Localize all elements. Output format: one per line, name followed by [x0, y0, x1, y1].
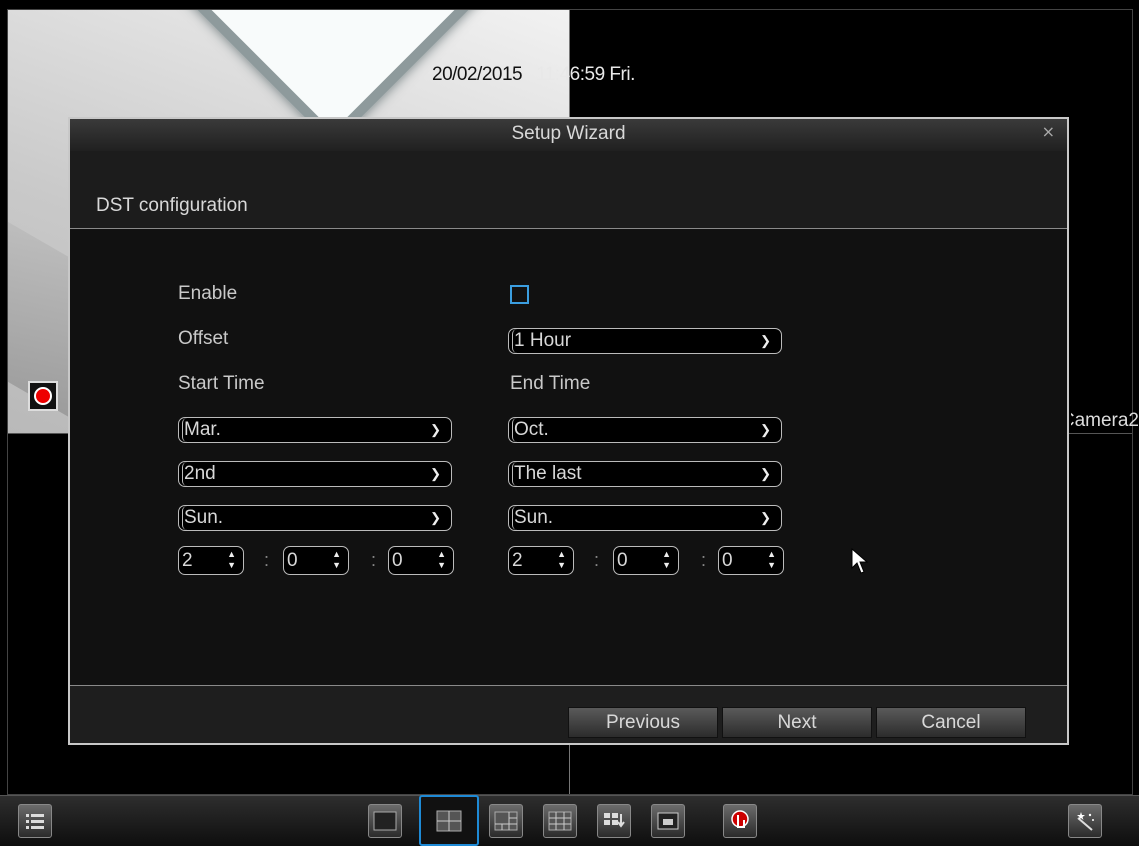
- time-separator: :: [264, 550, 270, 570]
- chevron-down-icon: ❯: [760, 422, 771, 437]
- section-title: DST configuration: [96, 195, 248, 216]
- end-hour-value: 2: [512, 550, 523, 571]
- mouse-pointer-icon: [851, 548, 869, 574]
- spinner-arrows-icon[interactable]: ▲ ▼: [767, 549, 776, 571]
- end-day-value: Sun.: [512, 506, 554, 530]
- end-minute-value: 0: [617, 550, 628, 571]
- chevron-down-icon: ❯: [760, 466, 771, 481]
- end-week-select[interactable]: The last ❯: [508, 461, 782, 487]
- close-icon[interactable]: ×: [1042, 122, 1055, 141]
- offset-label: Offset: [178, 328, 229, 349]
- start-month-value: Mar.: [182, 418, 221, 442]
- list-icon: [26, 814, 44, 829]
- manual-record-icon[interactable]: [723, 804, 757, 838]
- enable-checkbox[interactable]: [510, 285, 529, 304]
- start-day-select[interactable]: Sun. ❯: [178, 505, 452, 531]
- record-hand-glyph: [731, 810, 749, 828]
- end-second-value: 0: [722, 550, 733, 571]
- chevron-down-icon: ❯: [760, 333, 771, 348]
- cancel-button[interactable]: Cancel: [876, 707, 1026, 738]
- wizard-icon[interactable]: [1068, 804, 1102, 838]
- six-grid-glyph: [494, 811, 518, 831]
- sequence-icon[interactable]: [597, 804, 631, 838]
- nine-grid-glyph: [548, 811, 572, 831]
- next-button[interactable]: Next: [722, 707, 872, 738]
- start-month-select[interactable]: Mar. ❯: [178, 417, 452, 443]
- offset-select[interactable]: 1 Hour ❯: [508, 328, 782, 354]
- start-week-select[interactable]: 2nd ❯: [178, 461, 452, 487]
- osd-datetime: 20/02/2015 11:46:59 Fri.: [432, 64, 635, 86]
- pip-icon[interactable]: [651, 804, 685, 838]
- sequence-glyph: [604, 813, 625, 828]
- end-day-select[interactable]: Sun. ❯: [508, 505, 782, 531]
- time-separator: :: [594, 550, 600, 570]
- single-grid-glyph: [373, 811, 397, 831]
- osd-date: 20/02/2015: [432, 64, 523, 85]
- start-time-label: Start Time: [178, 373, 265, 394]
- dialog-titlebar[interactable]: Setup Wizard ×: [70, 119, 1067, 152]
- spinner-arrows-icon[interactable]: ▲ ▼: [437, 549, 446, 571]
- pip-glyph: [657, 812, 679, 830]
- end-second-spinner[interactable]: 0 ▲ ▼: [718, 546, 784, 575]
- start-hour-value: 2: [182, 550, 193, 571]
- chevron-down-icon: ❯: [760, 510, 771, 525]
- chevron-down-icon: ❯: [430, 510, 441, 525]
- start-hour-spinner[interactable]: 2 ▲ ▼: [178, 546, 244, 575]
- end-week-value: The last: [512, 462, 582, 486]
- taskbar: [0, 795, 1139, 846]
- osd-time: 11:46:59 Fri.: [536, 64, 635, 85]
- magic-wand-glyph: [1077, 812, 1094, 831]
- section-header: DST configuration: [70, 151, 1067, 229]
- start-week-value: 2nd: [182, 462, 216, 486]
- record-indicator-icon: [28, 381, 58, 411]
- start-minute-value: 0: [287, 550, 298, 571]
- start-day-value: Sun.: [182, 506, 224, 530]
- nine-view-icon[interactable]: [543, 804, 577, 838]
- six-view-icon[interactable]: [489, 804, 523, 838]
- end-month-select[interactable]: Oct. ❯: [508, 417, 782, 443]
- menu-icon[interactable]: [18, 804, 52, 838]
- end-month-value: Oct.: [512, 418, 549, 442]
- single-view-icon[interactable]: [368, 804, 402, 838]
- start-second-value: 0: [392, 550, 403, 571]
- spinner-arrows-icon[interactable]: ▲ ▼: [557, 549, 566, 571]
- quad-grid-glyph: [436, 810, 462, 831]
- chevron-down-icon: ❯: [430, 422, 441, 437]
- quad-view-icon[interactable]: [419, 795, 479, 846]
- spinner-arrows-icon[interactable]: ▲ ▼: [332, 549, 341, 571]
- end-time-label: End Time: [510, 373, 591, 394]
- previous-button[interactable]: Previous: [568, 707, 718, 738]
- spinner-arrows-icon[interactable]: ▲ ▼: [227, 549, 236, 571]
- start-second-spinner[interactable]: 0 ▲ ▼: [388, 546, 454, 575]
- spinner-arrows-icon[interactable]: ▲ ▼: [662, 549, 671, 571]
- time-separator: :: [371, 550, 377, 570]
- time-separator: :: [701, 550, 707, 570]
- enable-label: Enable: [178, 283, 238, 304]
- dialog-title: Setup Wizard: [511, 123, 626, 144]
- end-hour-spinner[interactable]: 2 ▲ ▼: [508, 546, 574, 575]
- camera2-label: Camera2: [1071, 410, 1139, 431]
- record-dot: [34, 387, 52, 405]
- end-minute-spinner[interactable]: 0 ▲ ▼: [613, 546, 679, 575]
- start-minute-spinner[interactable]: 0 ▲ ▼: [283, 546, 349, 575]
- chevron-down-icon: ❯: [430, 466, 441, 481]
- offset-value: 1 Hour: [512, 329, 572, 353]
